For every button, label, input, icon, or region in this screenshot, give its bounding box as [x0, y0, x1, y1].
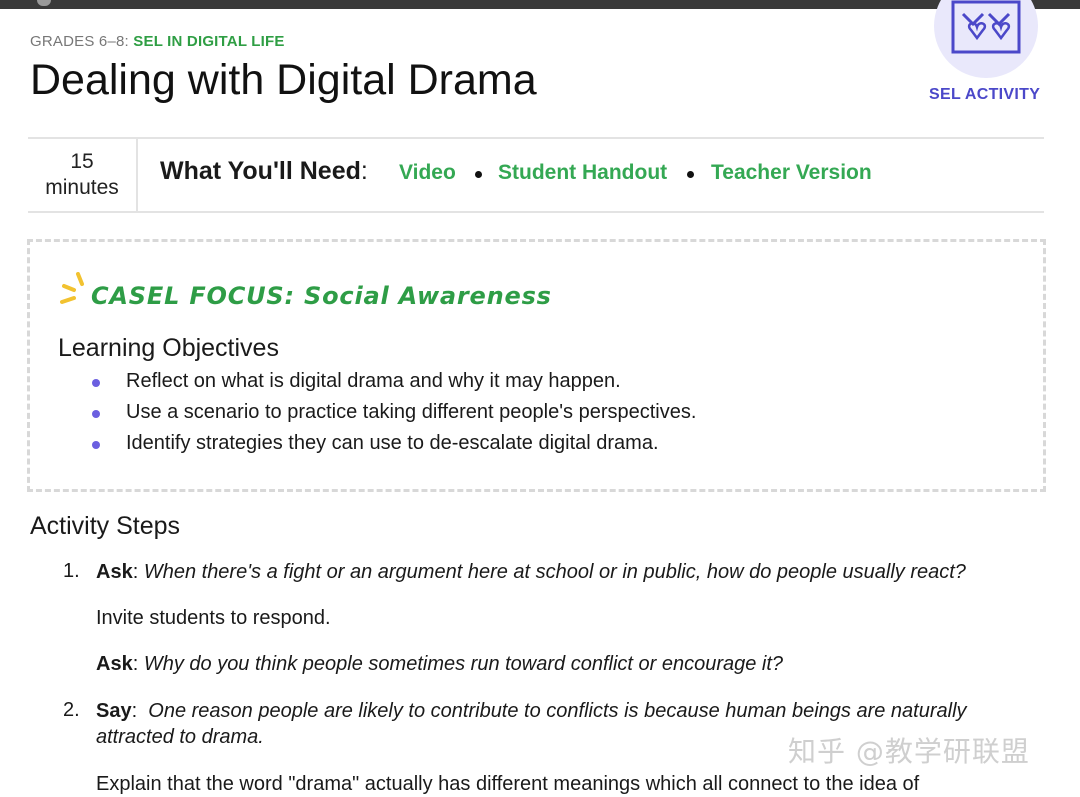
window-top-bar — [0, 0, 1080, 9]
objective-item: Use a scenario to practice taking differ… — [92, 401, 696, 432]
hearts-icon — [951, 0, 1021, 54]
materials-bar: 15 minutes What You'll Need: Video Stude… — [28, 137, 1044, 213]
say-text: One reason people are likely to contribu… — [148, 700, 967, 722]
sel-activity-label: SEL ACTIVITY — [929, 86, 1041, 103]
step-1-ask-2: Ask: Why do you think people sometimes r… — [96, 651, 783, 677]
objective-item: Reflect on what is digital drama and why… — [92, 370, 696, 401]
teacher-version-link[interactable]: Teacher Version — [711, 161, 872, 185]
step-2-say: Say: One reason people are likely to con… — [96, 698, 967, 724]
activity-steps-heading: Activity Steps — [30, 512, 181, 540]
step-2-explain: Explain that the word "drama" actually h… — [96, 773, 920, 795]
page-title: Dealing with Digital Drama — [30, 56, 537, 104]
step-2-say-cont: attracted to drama. — [96, 726, 264, 748]
watermark: 知乎 @教学研联盟 — [788, 735, 1030, 768]
step-1-ask: Ask: When there's a fight or an argument… — [96, 559, 966, 585]
ask-colon: : — [132, 561, 144, 583]
step-1-invite: Invite students to respond. — [96, 607, 331, 629]
sparkle-icon — [60, 272, 84, 304]
ask-question: When there's a fight or an argument here… — [143, 561, 966, 583]
ask-question: Why do you think people sometimes run to… — [143, 653, 784, 675]
needs-label-colon: : — [360, 157, 368, 185]
bullet-icon — [92, 441, 100, 449]
say-label: Say — [96, 700, 132, 722]
grades-prefix: GRADES 6–8: — [30, 33, 134, 50]
casel-focus-heading: CASEL FOCUS: Social Awareness — [91, 282, 552, 310]
sel-badge — [934, 0, 1038, 78]
ask-label: Ask — [96, 653, 133, 675]
grade-topic-line: GRADES 6–8: SEL IN DIGITAL LIFE — [30, 33, 285, 50]
needs-label-text: What You'll Need — [160, 157, 361, 185]
ask-label: Ask — [96, 561, 133, 583]
topic-link[interactable]: SEL IN DIGITAL LIFE — [133, 33, 284, 50]
bullet-icon — [92, 410, 100, 418]
step-number: 2. — [63, 699, 80, 721]
top-bar-handle — [37, 0, 51, 6]
objective-text: Use a scenario to practice taking differ… — [126, 401, 697, 423]
say-colon: : — [131, 700, 149, 722]
casel-focus-box: CASEL FOCUS: Social Awareness Learning O… — [27, 239, 1046, 492]
duration-cell: 15 minutes — [28, 139, 138, 211]
step-number: 1. — [63, 560, 80, 582]
learning-objectives-heading: Learning Objectives — [58, 334, 279, 362]
duration-unit: minutes — [45, 176, 119, 199]
duration-value: 15 — [70, 150, 94, 173]
separator-dot — [475, 171, 482, 178]
student-handout-link[interactable]: Student Handout — [498, 161, 667, 185]
objectives-list: Reflect on what is digital drama and why… — [92, 370, 696, 463]
ask-colon: : — [132, 653, 144, 675]
separator-dot — [687, 171, 694, 178]
video-link[interactable]: Video — [399, 161, 456, 185]
objective-text: Identify strategies they can use to de-e… — [126, 432, 659, 454]
bullet-icon — [92, 379, 100, 387]
objective-text: Reflect on what is digital drama and why… — [126, 370, 621, 392]
needs-label: What You'll Need: — [160, 157, 368, 186]
objective-item: Identify strategies they can use to de-e… — [92, 432, 696, 463]
